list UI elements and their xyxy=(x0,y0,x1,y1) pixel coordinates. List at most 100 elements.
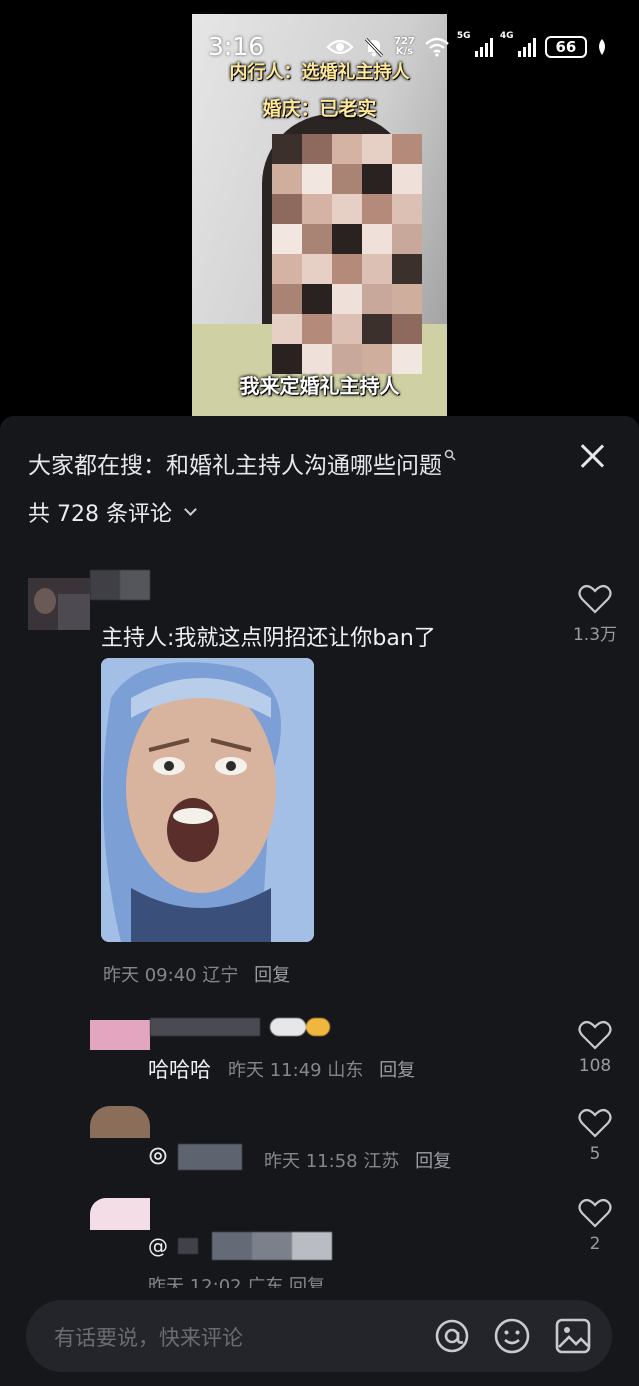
wifi-icon xyxy=(425,37,449,57)
heart-icon xyxy=(578,584,612,614)
avatar[interactable] xyxy=(90,1020,150,1050)
comment-time: 昨天 09:40 xyxy=(103,965,197,986)
search-icon xyxy=(444,449,456,461)
mosaic-cell xyxy=(302,164,332,194)
mosaic-cell xyxy=(272,314,302,344)
emoji-icon[interactable] xyxy=(493,1317,531,1355)
reply-text: @ xyxy=(148,1234,168,1258)
reply-location: 山东 xyxy=(327,1060,364,1081)
chevron-down-icon xyxy=(184,502,197,516)
mentioned-user-blurred[interactable] xyxy=(178,1232,332,1260)
sticker-illustration xyxy=(101,658,314,942)
at-mention-icon xyxy=(149,1147,167,1165)
eye-icon xyxy=(326,39,354,55)
username-blurred[interactable] xyxy=(90,570,150,600)
avatar[interactable] xyxy=(90,1106,150,1138)
mosaic-cell xyxy=(362,164,392,194)
net-speed: 727 K/s xyxy=(394,36,415,57)
comment-input-placeholder: 有话要说，快来评论 xyxy=(54,1326,243,1350)
battery-indicator: 66 xyxy=(544,36,587,58)
reply-time: 昨天 11:49 xyxy=(228,1060,322,1081)
signal-4g-icon: 4G xyxy=(500,31,536,57)
mosaic-cell xyxy=(272,134,302,164)
reply-meta: 昨天 11:58 江苏 回复 xyxy=(264,1147,451,1173)
signal-5g-icon: 5G xyxy=(457,31,493,57)
comment-meta: 昨天 09:40 辽宁 回复 xyxy=(103,961,290,987)
video-frame[interactable]: 内行人：选婚礼主持人 婚庆：已老实 我来定婚礼主持人 xyxy=(192,14,447,416)
like-button[interactable]: 108 xyxy=(570,1020,620,1076)
mosaic-cell xyxy=(272,254,302,284)
comment-text: 主持人:我就这点阴招还让你ban了 xyxy=(101,626,436,651)
search-suggestion-prefix: 大家都在搜： xyxy=(28,453,166,479)
reply-button[interactable]: 回复 xyxy=(254,965,290,986)
like-button[interactable]: 2 xyxy=(570,1198,620,1254)
mosaic-cell xyxy=(332,224,362,254)
mosaic-cell xyxy=(272,194,302,224)
heart-icon xyxy=(578,1108,612,1138)
comment-input-bar: 有话要说，快来评论 xyxy=(0,1288,639,1386)
mosaic-cell xyxy=(332,314,362,344)
mosaic-cell xyxy=(362,134,392,164)
like-count: 2 xyxy=(589,1234,601,1254)
mosaic-cell xyxy=(392,134,422,164)
reply-location: 江苏 xyxy=(363,1151,400,1172)
mosaic-cell xyxy=(302,254,332,284)
like-button[interactable]: 5 xyxy=(570,1108,620,1164)
image-icon[interactable] xyxy=(554,1317,592,1355)
heart-icon xyxy=(578,1020,612,1050)
reply-button[interactable]: 回复 xyxy=(379,1060,415,1081)
heart-icon xyxy=(578,1198,612,1228)
mosaic-cell xyxy=(272,164,302,194)
status-time: 3:16 xyxy=(208,32,265,61)
face-mosaic xyxy=(272,134,422,374)
comment-location: 辽宁 xyxy=(202,965,239,986)
video-caption-top-2: 婚庆：已老实 xyxy=(262,98,377,120)
reply-meta: 昨天 11:49 山东 回复 xyxy=(228,1056,415,1082)
search-suggestion[interactable]: 大家都在搜： 和婚礼主持人沟通哪些问题 xyxy=(28,446,456,480)
leaf-icon xyxy=(598,39,605,55)
mosaic-cell xyxy=(362,254,392,284)
status-icons: 727 K/s 5G 4G 66 xyxy=(326,31,608,60)
status-bar: 3:16 727 K/s 5G 4G 66 xyxy=(0,26,639,66)
mosaic-cell xyxy=(272,224,302,254)
avatar[interactable] xyxy=(28,578,90,630)
like-count: 108 xyxy=(578,1056,612,1076)
close-icon[interactable] xyxy=(574,438,610,474)
mosaic-cell xyxy=(362,314,392,344)
mosaic-cell xyxy=(392,224,422,254)
mosaic-cell xyxy=(302,224,332,254)
mosaic-cell xyxy=(392,254,422,284)
comment-count-sort[interactable]: 共 728 条评论 xyxy=(28,496,197,528)
comment-count: 共 728 条评论 xyxy=(28,502,172,527)
mosaic-cell xyxy=(302,284,332,314)
mute-bell-icon xyxy=(364,37,384,58)
like-button[interactable]: 1.3万 xyxy=(570,584,620,645)
video-caption-bottom: 我来定婚礼主持人 xyxy=(239,374,400,398)
comment-sticker-image[interactable] xyxy=(101,658,314,942)
mosaic-cell xyxy=(392,314,422,344)
mosaic-cell xyxy=(332,194,362,224)
comment-panel: 大家都在搜： 和婚礼主持人沟通哪些问题 共 728 条评论 主持人:我就这点阴招… xyxy=(0,416,639,1386)
at-icon[interactable] xyxy=(433,1317,471,1355)
mosaic-cell xyxy=(392,284,422,314)
reply-button[interactable]: 回复 xyxy=(415,1151,451,1172)
mosaic-cell xyxy=(392,164,422,194)
mosaic-cell xyxy=(302,134,332,164)
mosaic-cell xyxy=(302,314,332,344)
username-blurred[interactable] xyxy=(150,1014,330,1040)
mosaic-cell xyxy=(332,134,362,164)
mosaic-cell xyxy=(362,194,392,224)
avatar[interactable] xyxy=(90,1198,150,1230)
mosaic-cell xyxy=(302,194,332,224)
reply-text: 哈哈哈 xyxy=(148,1058,211,1082)
search-suggestion-query[interactable]: 和婚礼主持人沟通哪些问题 xyxy=(166,446,442,480)
mosaic-cell xyxy=(332,254,362,284)
mosaic-cell xyxy=(362,224,392,254)
mosaic-cell xyxy=(272,284,302,314)
like-count: 1.3万 xyxy=(572,625,618,645)
mentioned-user-blurred[interactable] xyxy=(178,1144,242,1170)
mosaic-cell xyxy=(332,164,362,194)
mosaic-cell xyxy=(392,194,422,224)
mosaic-cell xyxy=(332,284,362,314)
comment-input[interactable]: 有话要说，快来评论 xyxy=(26,1300,612,1372)
